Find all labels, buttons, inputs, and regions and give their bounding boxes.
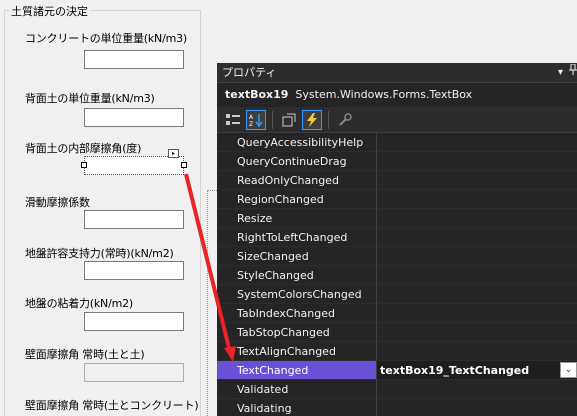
event-row[interactable]: Resize	[217, 209, 577, 228]
properties-view-icon[interactable]	[279, 110, 299, 130]
properties-titlebar: プロパティ ▾	[217, 63, 577, 83]
event-name[interactable]: StyleChanged	[217, 266, 377, 285]
groupbox-title: 土質諸元の決定	[9, 3, 90, 19]
alphabetical-icon[interactable]: AZ	[246, 109, 266, 130]
event-handler-value[interactable]	[377, 266, 577, 285]
property-pages-wrench-icon[interactable]	[335, 110, 355, 130]
handler-dropdown-icon[interactable]: ⌄	[560, 362, 577, 378]
event-handler-value[interactable]	[377, 323, 577, 342]
event-handler-value[interactable]	[377, 247, 577, 266]
properties-title: プロパティ	[222, 66, 277, 79]
designer-boundary-line	[207, 190, 208, 416]
toolbar-separator	[272, 110, 273, 129]
textbox-backfill-friction-angle[interactable]	[84, 156, 184, 175]
label-sliding-friction: 滑動摩擦係数	[25, 196, 90, 209]
event-row[interactable]: StyleChanged	[217, 266, 577, 285]
event-name[interactable]: TextChanged	[217, 361, 377, 380]
event-row[interactable]: Validated	[217, 380, 577, 399]
textbox-backfill-unit-weight[interactable]	[84, 108, 184, 127]
textbox-wall-friction-soil[interactable]	[84, 363, 184, 382]
svg-text:Z: Z	[249, 121, 253, 127]
event-handler-value[interactable]	[377, 133, 577, 152]
event-row[interactable]: SizeChanged	[217, 247, 577, 266]
event-handler-value[interactable]	[377, 152, 577, 171]
titlebar-controls: ▾	[558, 63, 577, 83]
categorized-icon[interactable]	[223, 110, 243, 130]
window-position-icon[interactable]: ▾	[558, 63, 563, 83]
properties-toolbar: AZ	[217, 107, 577, 133]
object-selector[interactable]: textBox19 System.Windows.Forms.TextBox	[217, 83, 577, 107]
events-lightning-icon[interactable]	[302, 109, 322, 130]
event-row[interactable]: RegionChanged	[217, 190, 577, 209]
svg-text:A: A	[249, 114, 254, 121]
event-handler-value[interactable]	[377, 304, 577, 323]
event-handler-value[interactable]	[377, 399, 577, 416]
resize-handle-right[interactable]	[181, 162, 187, 168]
event-handler-value[interactable]	[377, 171, 577, 190]
event-handler-value[interactable]	[377, 342, 577, 361]
object-name: textBox19	[225, 88, 289, 101]
events-grid: QueryAccessibilityHelp QueryContinueDrag R…	[217, 133, 577, 416]
event-name[interactable]: Validated	[217, 380, 377, 399]
label-ground-cohesion: 地盤の粘着力(kN/m2)	[25, 297, 134, 310]
object-type: System.Windows.Forms.TextBox	[295, 88, 473, 101]
event-row[interactable]: TabIndexChanged	[217, 304, 577, 323]
event-name[interactable]: TabIndexChanged	[217, 304, 377, 323]
event-name[interactable]: TextAlignChanged	[217, 342, 377, 361]
label-backfill-unit-weight: 背面土の単位重量(kN/m3)	[25, 92, 155, 105]
smart-tag-icon[interactable]: ▸	[168, 149, 179, 158]
event-row[interactable]: TextChanged textBox19_TextChanged ⌄	[217, 361, 577, 380]
event-name[interactable]: Resize	[217, 209, 377, 228]
designer-surface: 土質諸元の決定 コンクリートの単位重量(kN/m3) 背面土の単位重量(kN/m…	[0, 0, 210, 416]
event-name[interactable]: ReadOnlyChanged	[217, 171, 377, 190]
textbox-sliding-friction[interactable]	[84, 210, 184, 229]
properties-window: プロパティ ▾ textBox19 System.Windows.Forms.T…	[217, 63, 577, 416]
event-name[interactable]: Validating	[217, 399, 377, 416]
event-handler-value[interactable]	[377, 380, 577, 399]
event-handler-value[interactable]	[377, 285, 577, 304]
event-row[interactable]: TabStopChanged	[217, 323, 577, 342]
event-name[interactable]: QueryContinueDrag	[217, 152, 377, 171]
event-name[interactable]: SystemColorsChanged	[217, 285, 377, 304]
event-row[interactable]: QueryAccessibilityHelp	[217, 133, 577, 152]
label-wall-friction-concrete: 壁面摩擦角 常時(土とコンクリート)	[25, 399, 199, 412]
event-handler-value[interactable]: textBox19_TextChanged ⌄	[377, 361, 577, 380]
event-row[interactable]: QueryContinueDrag	[217, 152, 577, 171]
label-concrete-unit-weight: コンクリートの単位重量(kN/m3)	[25, 32, 188, 45]
event-handler-value[interactable]	[377, 228, 577, 247]
toolbar-separator-2	[328, 110, 329, 129]
textbox-ground-cohesion[interactable]	[84, 312, 184, 331]
label-allowable-bearing: 地盤許容支持力(常時)(kN/m2)	[25, 247, 174, 260]
label-wall-friction-soil: 壁面摩擦角 常時(土と土)	[25, 348, 145, 361]
label-backfill-friction-angle: 背面土の内部摩擦角(度)	[25, 142, 142, 155]
event-handler-text: textBox19_TextChanged	[380, 364, 530, 377]
event-name[interactable]: TabStopChanged	[217, 323, 377, 342]
event-name[interactable]: SizeChanged	[217, 247, 377, 266]
textbox-concrete-unit-weight[interactable]	[84, 50, 184, 69]
event-handler-value[interactable]	[377, 209, 577, 228]
event-name[interactable]: RegionChanged	[217, 190, 377, 209]
event-name[interactable]: RightToLeftChanged	[217, 228, 377, 247]
resize-handle-left[interactable]	[81, 162, 87, 168]
event-row[interactable]: Validating	[217, 399, 577, 416]
textbox-allowable-bearing[interactable]	[84, 261, 184, 280]
pin-icon[interactable]	[569, 63, 577, 83]
designer-boundary-line-h	[207, 190, 217, 191]
event-handler-value[interactable]	[377, 190, 577, 209]
event-row[interactable]: ReadOnlyChanged	[217, 171, 577, 190]
event-row[interactable]: RightToLeftChanged	[217, 228, 577, 247]
event-row[interactable]: TextAlignChanged	[217, 342, 577, 361]
event-name[interactable]: QueryAccessibilityHelp	[217, 133, 377, 152]
event-row[interactable]: SystemColorsChanged	[217, 285, 577, 304]
